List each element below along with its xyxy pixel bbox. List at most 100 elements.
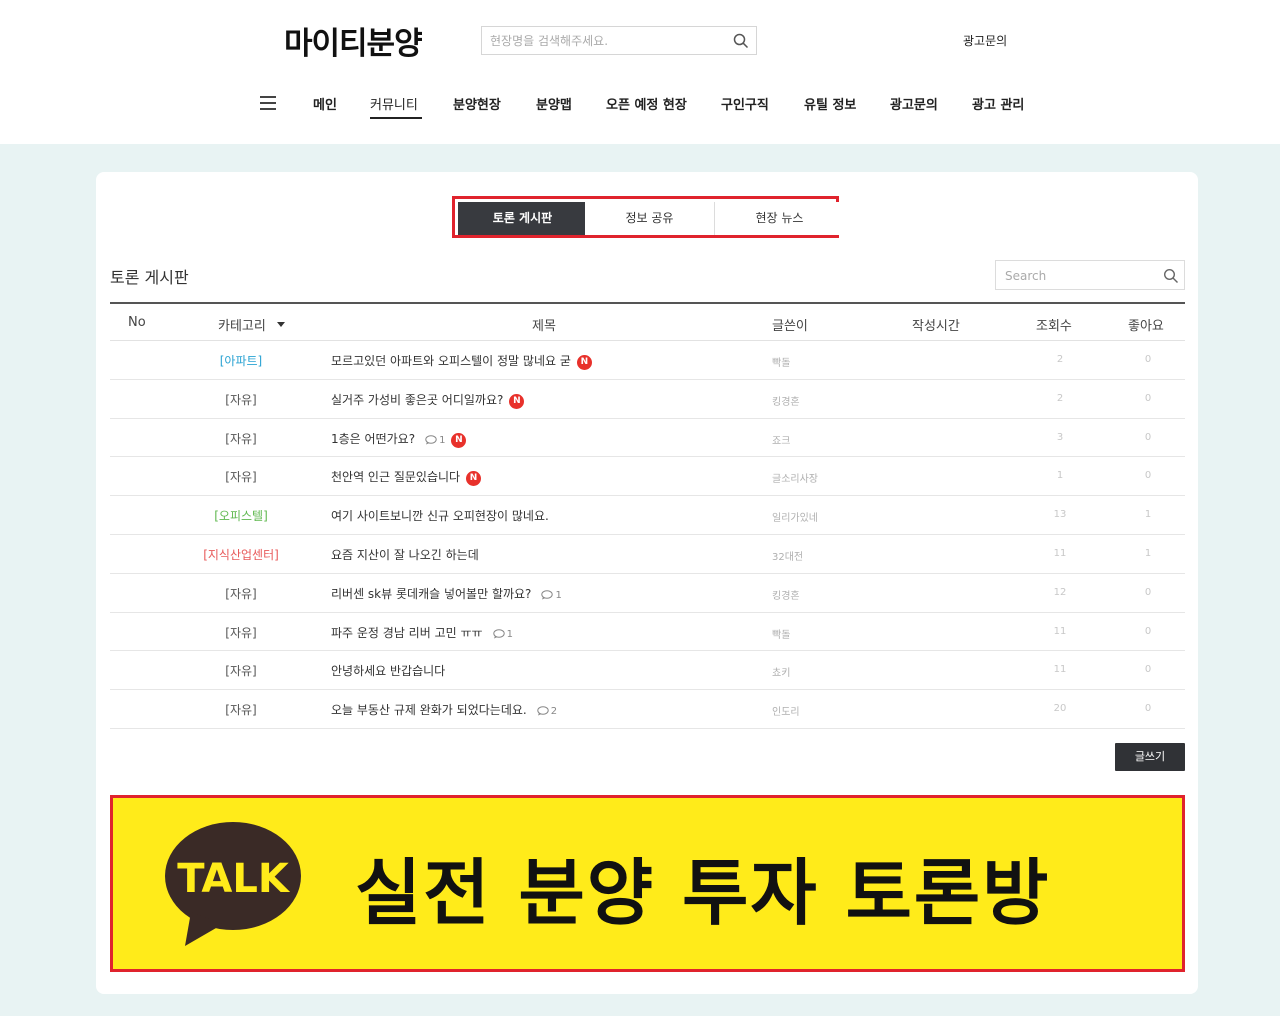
table-row[interactable]: [자유] 오늘 부동산 규제 완화가 되었다는데요. 2 인도리 20 0 <box>110 690 1185 729</box>
comment-icon <box>492 628 505 639</box>
comment-count: 2 <box>537 706 557 717</box>
column-header-category[interactable]: 카테고리 <box>218 315 286 334</box>
column-header-time[interactable]: 작성시간 <box>912 315 960 334</box>
post-subject[interactable]: 오늘 부동산 규제 완화가 되었다는데요. 2 <box>331 701 557 718</box>
board-title: 토론 게시판 <box>110 268 189 287</box>
comment-count: 1 <box>541 589 562 601</box>
post-subject-text: 모르고있던 아파트와 오피스텔이 정말 많네요 굳 <box>331 354 571 368</box>
post-subject-text: 리버센 sk뷰 롯데캐슬 넣어볼만 할까요? <box>331 586 532 601</box>
column-header-likes[interactable]: 좋아요 <box>1128 315 1164 334</box>
site-search-input[interactable] <box>490 31 720 51</box>
column-header-no[interactable]: No <box>128 315 146 330</box>
tab-info-share[interactable]: 정보 공유 <box>585 202 714 235</box>
nav-item-jobs[interactable]: 구인구직 <box>721 94 769 113</box>
comment-icon <box>537 706 549 716</box>
post-subject[interactable]: 1층은 어떤가요? 1 N <box>331 430 467 448</box>
table-row[interactable]: [자유] 천안역 인근 질문있습니다 N 글소리사장 1 0 <box>110 457 1185 497</box>
column-header-author[interactable]: 글쓴이 <box>772 315 808 334</box>
post-views: 2 <box>1056 354 1064 365</box>
board-search-input[interactable] <box>1005 266 1155 286</box>
post-author[interactable]: 인도리 <box>772 703 800 718</box>
nav-active-indicator <box>370 117 422 119</box>
search-icon[interactable] <box>732 32 750 50</box>
nav-item-main[interactable]: 메인 <box>313 94 337 113</box>
menu-icon[interactable] <box>260 96 276 110</box>
post-subject[interactable]: 리버센 sk뷰 롯데캐슬 넣어볼만 할까요? 1 <box>331 585 562 602</box>
comment-count-value: 1 <box>506 628 513 640</box>
post-subject-text: 천안역 인근 질문있습니다 <box>331 470 461 485</box>
post-subject[interactable]: 요즘 지산이 잘 나오긴 하는데 <box>331 546 479 563</box>
post-subject[interactable]: 모르고있던 아파트와 오피스텔이 정말 많네요 굳 N <box>331 352 592 370</box>
talk-label: TALK <box>177 856 291 902</box>
nav-item-sale-sites[interactable]: 분양현장 <box>453 94 501 113</box>
write-button[interactable]: 글쓰기 <box>1115 743 1185 771</box>
new-badge: N <box>509 393 525 409</box>
tab-discussion[interactable]: 토론 게시판 <box>458 202 587 235</box>
column-header-subject[interactable]: 제목 <box>532 315 556 334</box>
post-subject-text: 안녕하세요 반갑습니다 <box>331 664 446 679</box>
post-likes: 0 <box>1144 586 1152 598</box>
post-views: 20 <box>1053 703 1067 715</box>
table-row[interactable]: [지식산업센터] 요즘 지산이 잘 나오긴 하는데 32대전 11 1 <box>110 535 1185 574</box>
comment-count: 1 <box>492 628 513 640</box>
search-icon[interactable] <box>1163 268 1179 284</box>
ad-inquiry-link[interactable]: 광고문의 <box>963 32 1007 49</box>
post-likes: 0 <box>1144 703 1152 715</box>
comment-icon <box>425 434 437 445</box>
post-subject[interactable]: 천안역 인근 질문있습니다 N <box>331 468 482 487</box>
comment-count-value: 1 <box>555 589 562 601</box>
new-badge: N <box>451 432 467 448</box>
post-table: No 카테고리 제목 글쓴이 작성시간 조회수 좋아요 [아파트] 모르고있던 아… <box>110 302 1185 729</box>
post-subject-text: 파주 운정 경남 리버 고민 ㅠㅠ <box>331 625 483 640</box>
post-likes: 1 <box>1144 509 1152 521</box>
table-row[interactable]: [자유] 실거주 가성비 좋은곳 어디일까요? N 킹경혼 2 0 <box>110 380 1185 419</box>
post-likes: 0 <box>1144 392 1152 404</box>
post-views: 13 <box>1053 509 1067 521</box>
table-row[interactable]: [오피스텔] 여기 사이트보니깐 신규 오피현장이 많네요. 일리가있네 13 1 <box>110 496 1185 535</box>
post-subject[interactable]: 실거주 가성비 좋은곳 어디일까요? N <box>331 391 525 409</box>
post-views: 3 <box>1056 431 1064 443</box>
nav-item-ad-inquiry[interactable]: 광고문의 <box>890 94 938 113</box>
table-header: No 카테고리 제목 글쓴이 작성시간 조회수 좋아요 <box>110 302 1185 341</box>
column-header-views[interactable]: 조회수 <box>1036 315 1072 334</box>
kakao-talk-icon: TALK <box>165 822 301 946</box>
column-header-category-label: 카테고리 <box>218 319 266 334</box>
post-subject-text: 요즘 지산이 잘 나오긴 하는데 <box>331 547 479 562</box>
nav-item-util-info[interactable]: 유틸 정보 <box>804 94 856 113</box>
post-author[interactable]: 빡돌 <box>772 354 790 369</box>
post-author[interactable]: 글소리사장 <box>772 470 818 485</box>
post-likes: 1 <box>1144 547 1152 559</box>
comment-count-value: 1 <box>439 434 446 446</box>
table-row[interactable]: [아파트] 모르고있던 아파트와 오피스텔이 정말 많네요 굳 N 빡돌 2 0 <box>110 341 1185 380</box>
table-row[interactable]: [자유] 리버센 sk뷰 롯데캐슬 넣어볼만 할까요? 1 킹경혼 12 0 <box>110 574 1185 613</box>
site-logo[interactable]: 마이티분양 <box>284 18 423 63</box>
table-row[interactable]: [자유] 1층은 어떤가요? 1 N 죠크 3 0 <box>110 419 1185 458</box>
table-row[interactable]: [자유] 파주 운정 경남 리버 고민 ㅠㅠ 1 빡돌 11 0 <box>110 613 1185 652</box>
nav-item-community[interactable]: 커뮤니티 <box>370 94 418 113</box>
post-author[interactable]: 죠크 <box>772 432 790 447</box>
post-author[interactable]: 쵸키 <box>772 664 790 679</box>
post-author[interactable]: 빡돌 <box>772 626 790 641</box>
comment-count: 1 <box>425 435 445 446</box>
nav-item-sale-map[interactable]: 분양맵 <box>536 94 572 113</box>
post-views: 2 <box>1056 392 1064 404</box>
tab-site-news[interactable]: 현장 뉴스 <box>715 202 844 235</box>
post-subject-text: 오늘 부동산 규제 완화가 되었다는데요. <box>331 703 527 718</box>
new-badge: N <box>466 471 482 487</box>
post-author[interactable]: 킹경혼 <box>772 393 800 408</box>
post-views: 11 <box>1053 625 1067 637</box>
nav-item-upcoming-sites[interactable]: 오픈 예정 현장 <box>606 94 687 113</box>
nav-item-ad-manage[interactable]: 광고 관리 <box>972 94 1024 113</box>
post-subject[interactable]: 안녕하세요 반갑습니다 <box>331 662 445 679</box>
post-author[interactable]: 일리가있네 <box>772 509 818 524</box>
post-subject[interactable]: 여기 사이트보니깐 신규 오피현장이 많네요. <box>331 507 549 524</box>
site-search <box>481 26 757 55</box>
post-views: 1 <box>1056 470 1064 482</box>
post-author[interactable]: 32대전 <box>772 548 803 563</box>
table-row[interactable]: [자유] 안녕하세요 반갑습니다 쵸키 11 0 <box>110 651 1185 691</box>
post-likes: 0 <box>1144 431 1152 443</box>
post-author[interactable]: 킹경혼 <box>772 587 800 602</box>
kakao-talk-banner[interactable]: TALK 실전 분양 투자 토론방 <box>110 795 1185 972</box>
post-subject-text: 실거주 가성비 좋은곳 어디일까요? <box>331 392 504 407</box>
post-subject[interactable]: 파주 운정 경남 리버 고민 ㅠㅠ 1 <box>331 624 513 641</box>
